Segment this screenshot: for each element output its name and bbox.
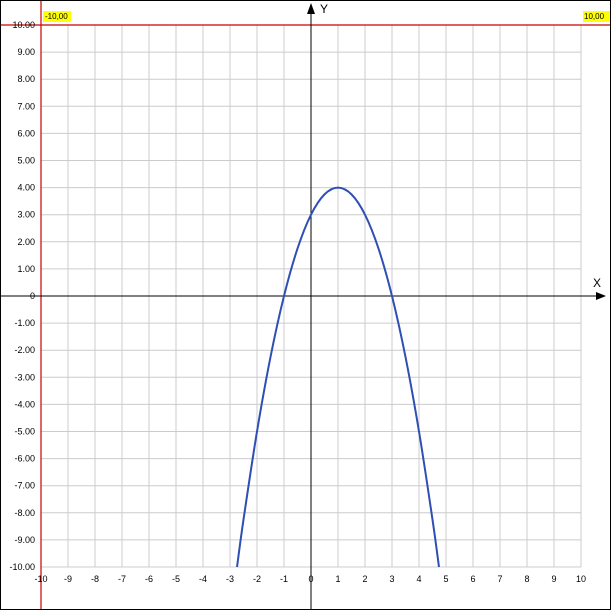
x-tick-label: -1 xyxy=(280,574,288,584)
y-tick-label: 0 xyxy=(30,291,35,301)
x-axis-name: X xyxy=(593,276,601,290)
y-tick-label: -5.00 xyxy=(14,427,35,437)
x-tick-label: 1 xyxy=(335,574,340,584)
x-tick-label: -9 xyxy=(64,574,72,584)
y-tick-label: -2.00 xyxy=(14,345,35,355)
y-axis-name: Y xyxy=(320,2,328,16)
x-tick-label: -7 xyxy=(118,574,126,584)
x-tick-label: 10 xyxy=(576,574,586,584)
y-tick-label: 7.00 xyxy=(17,101,35,111)
x-tick-label: -2 xyxy=(253,574,261,584)
y-tick-label: 3.00 xyxy=(17,210,35,220)
y-tick-label: 2.00 xyxy=(17,237,35,247)
x-tick-label: -8 xyxy=(91,574,99,584)
graph-canvas: X Y -10 -9 -8 -7 -6 -5 -4 -3 -2 -1 0 1 2 3 4 5 6 7 8 9 10 10… xyxy=(0,0,611,610)
y-tick-label: -6.00 xyxy=(14,454,35,464)
y-tick-label: 1.00 xyxy=(17,264,35,274)
y-tick-label: 9.00 xyxy=(17,47,35,57)
y-tick-label: -3.00 xyxy=(14,372,35,382)
x-tick-label: -5 xyxy=(172,574,180,584)
y-tick-label: 5.00 xyxy=(17,156,35,166)
x-tick-label: 8 xyxy=(524,574,529,584)
x-tick-label: -3 xyxy=(226,574,234,584)
y-tick-label: 4.00 xyxy=(17,183,35,193)
x-tick-label: -4 xyxy=(199,574,207,584)
y-tick-label: -10.00 xyxy=(9,562,35,572)
x-tick-label: 4 xyxy=(416,574,421,584)
y-tick-label: -8.00 xyxy=(14,508,35,518)
x-tick-label: 3 xyxy=(389,574,394,584)
function-plot: X Y -10 -9 -8 -7 -6 -5 -4 -3 -2 -1 0 1 2 3 4 5 6 7 8 9 10 10… xyxy=(0,0,611,610)
x-tick-label: -6 xyxy=(145,574,153,584)
x-tick-label: 6 xyxy=(470,574,475,584)
x-tick-label: -10 xyxy=(34,574,47,584)
x-tick-label: 0 xyxy=(308,574,313,584)
x-tick-label: 2 xyxy=(362,574,367,584)
x-tick-label: 7 xyxy=(497,574,502,584)
y-tick-label: -1.00 xyxy=(14,318,35,328)
x-tick-label: 5 xyxy=(443,574,448,584)
y-tick-label: 6.00 xyxy=(17,128,35,138)
x-tick-label: 9 xyxy=(551,574,556,584)
y-tick-label: -7.00 xyxy=(14,481,35,491)
plot-background xyxy=(0,0,611,610)
y-tick-label: -9.00 xyxy=(14,535,35,545)
right-limit-label: 10,00 xyxy=(584,12,605,21)
y-tick-label: -4.00 xyxy=(14,399,35,409)
left-limit-label: -10,00 xyxy=(45,12,68,21)
y-tick-label: 8.00 xyxy=(17,74,35,84)
y-tick-label: 10.00 xyxy=(12,20,35,30)
